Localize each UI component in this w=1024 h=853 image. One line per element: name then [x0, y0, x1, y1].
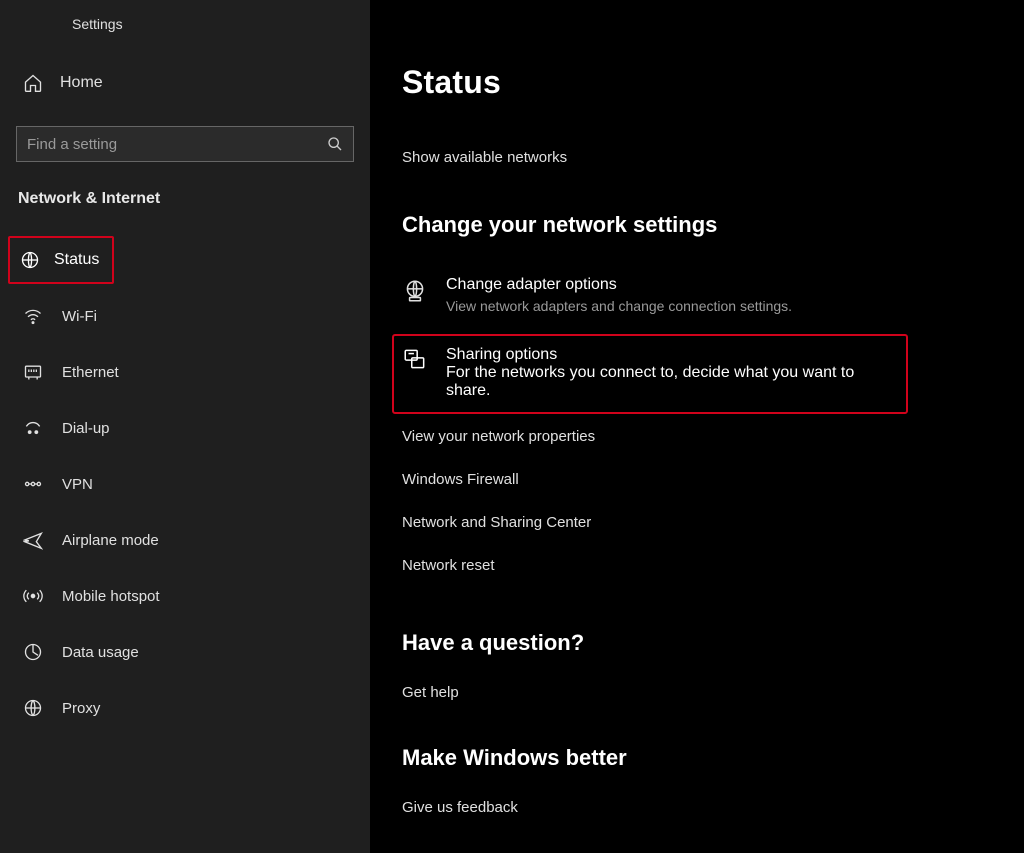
search-box[interactable]: [16, 126, 354, 162]
sidebar-home[interactable]: Home: [0, 68, 370, 98]
sidebar-item-wifi[interactable]: Wi-Fi: [0, 292, 370, 340]
main-content: Status Show available networks Change yo…: [370, 0, 1024, 853]
adapter-icon: [402, 278, 428, 304]
sidebar-item-airplane[interactable]: Airplane mode: [0, 516, 370, 564]
sidebar-item-dialup[interactable]: Dial-up: [0, 404, 370, 452]
sidebar-item-label: Mobile hotspot: [62, 588, 160, 605]
home-label: Home: [60, 74, 103, 92]
adapter-options-row[interactable]: Change adapter options View network adap…: [402, 266, 1024, 324]
better-heading: Make Windows better: [402, 745, 1024, 771]
airplane-icon: [22, 529, 44, 551]
sidebar-item-proxy[interactable]: Proxy: [0, 684, 370, 732]
sidebar-item-hotspot[interactable]: Mobile hotspot: [0, 572, 370, 620]
sidebar-item-status[interactable]: Status: [8, 236, 114, 284]
wifi-icon: [22, 305, 44, 327]
search-icon: [327, 136, 343, 152]
windows-firewall-link[interactable]: Windows Firewall: [402, 471, 1024, 488]
vpn-icon: [22, 473, 44, 495]
change-settings-heading: Change your network settings: [402, 212, 1024, 238]
sidebar-category: Network & Internet: [0, 190, 370, 208]
home-icon: [22, 72, 44, 94]
sidebar-item-vpn[interactable]: VPN: [0, 460, 370, 508]
sharing-options-row[interactable]: Sharing options For the networks you con…: [392, 334, 908, 414]
hotspot-icon: [22, 585, 44, 607]
sidebar-item-label: Wi-Fi: [62, 308, 97, 325]
ethernet-icon: [22, 361, 44, 383]
network-reset-link[interactable]: Network reset: [402, 557, 1024, 574]
get-help-link[interactable]: Get help: [402, 684, 1024, 701]
proxy-icon: [22, 697, 44, 719]
sidebar-item-label: Ethernet: [62, 364, 119, 381]
question-heading: Have a question?: [402, 630, 1024, 656]
sidebar-item-datausage[interactable]: Data usage: [0, 628, 370, 676]
sidebar-item-label: VPN: [62, 476, 93, 493]
sidebar-item-label: Dial-up: [62, 420, 110, 437]
sidebar-item-label: Data usage: [62, 644, 139, 661]
adapter-desc: View network adapters and change connect…: [446, 298, 792, 314]
sharing-desc: For the networks you connect to, decide …: [446, 364, 894, 400]
show-networks-link[interactable]: Show available networks: [402, 149, 1024, 166]
app-title: Settings: [0, 16, 370, 32]
page-title: Status: [402, 64, 1024, 101]
sidebar: Settings Home Network & Internet Status …: [0, 0, 370, 853]
view-properties-link[interactable]: View your network properties: [402, 428, 1024, 445]
sharing-center-link[interactable]: Network and Sharing Center: [402, 514, 1024, 531]
adapter-title: Change adapter options: [446, 276, 792, 294]
search-input[interactable]: [27, 136, 327, 153]
sidebar-item-label: Status: [54, 251, 99, 269]
globe-icon: [20, 250, 40, 270]
dialup-icon: [22, 417, 44, 439]
data-usage-icon: [22, 641, 44, 663]
sidebar-item-label: Proxy: [62, 700, 100, 717]
sidebar-item-ethernet[interactable]: Ethernet: [0, 348, 370, 396]
feedback-link[interactable]: Give us feedback: [402, 799, 1024, 816]
sharing-icon: [402, 346, 428, 372]
sidebar-item-label: Airplane mode: [62, 532, 159, 549]
sharing-title: Sharing options: [446, 346, 894, 364]
